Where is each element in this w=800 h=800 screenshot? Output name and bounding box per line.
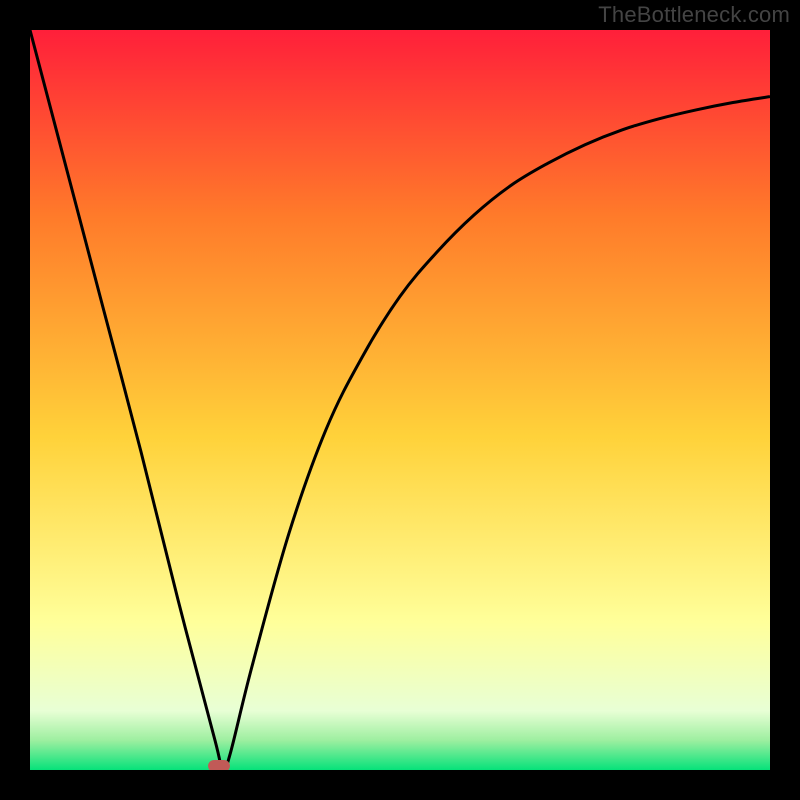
gradient-background [30,30,770,770]
plot-area [30,30,770,770]
chart-frame: TheBottleneck.com [0,0,800,800]
watermark-text: TheBottleneck.com [598,2,790,28]
bottleneck-chart [30,30,770,770]
optimal-point-marker [208,760,230,770]
